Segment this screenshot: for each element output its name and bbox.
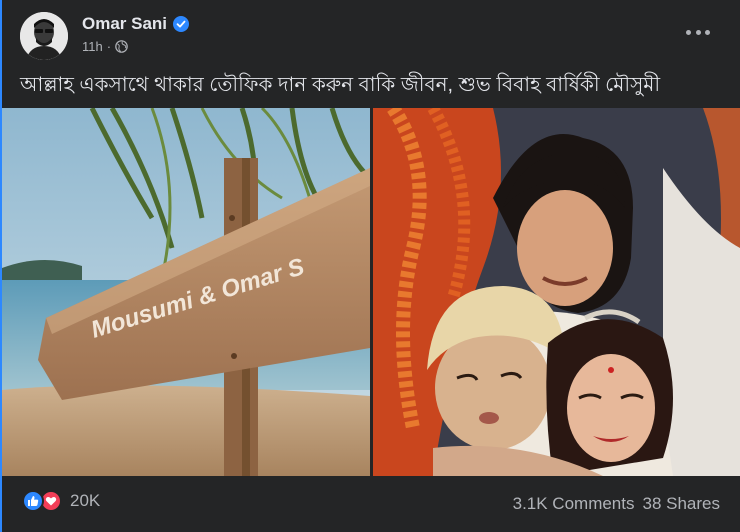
engagement-stats: 3.1K Comments 38 Shares — [513, 494, 720, 514]
post-card: Omar Sani 11h · আল্লাহ একসাথে থাকার তৌফি… — [0, 0, 740, 532]
photo-family[interactable] — [373, 108, 740, 476]
globe-icon — [115, 40, 128, 53]
photo-signpost[interactable]: Mousumi & Omar S — [2, 108, 370, 476]
author-row: Omar Sani — [82, 14, 190, 34]
post-time[interactable]: 11h — [82, 39, 103, 54]
reaction-summary[interactable]: 20K — [22, 490, 100, 512]
like-reaction-icon — [22, 490, 44, 512]
meta-separator: · — [106, 39, 112, 54]
verified-badge-icon — [173, 16, 190, 32]
post-caption: আল্লাহ একসাথে থাকার তৌফিক দান করুন বাকি … — [20, 74, 661, 96]
reaction-count: 20K — [70, 491, 101, 510]
more-options-icon[interactable] — [686, 24, 710, 40]
post-header: Omar Sani 11h · — [20, 12, 720, 60]
author-avatar[interactable] — [20, 12, 68, 60]
post-meta: 11h · — [82, 39, 128, 54]
photo-grid: Mousumi & Omar S — [2, 108, 740, 476]
shares-count[interactable]: 38 Shares — [643, 494, 721, 514]
comments-count[interactable]: 3.1K Comments — [513, 494, 635, 514]
author-name[interactable]: Omar Sani — [82, 14, 167, 34]
